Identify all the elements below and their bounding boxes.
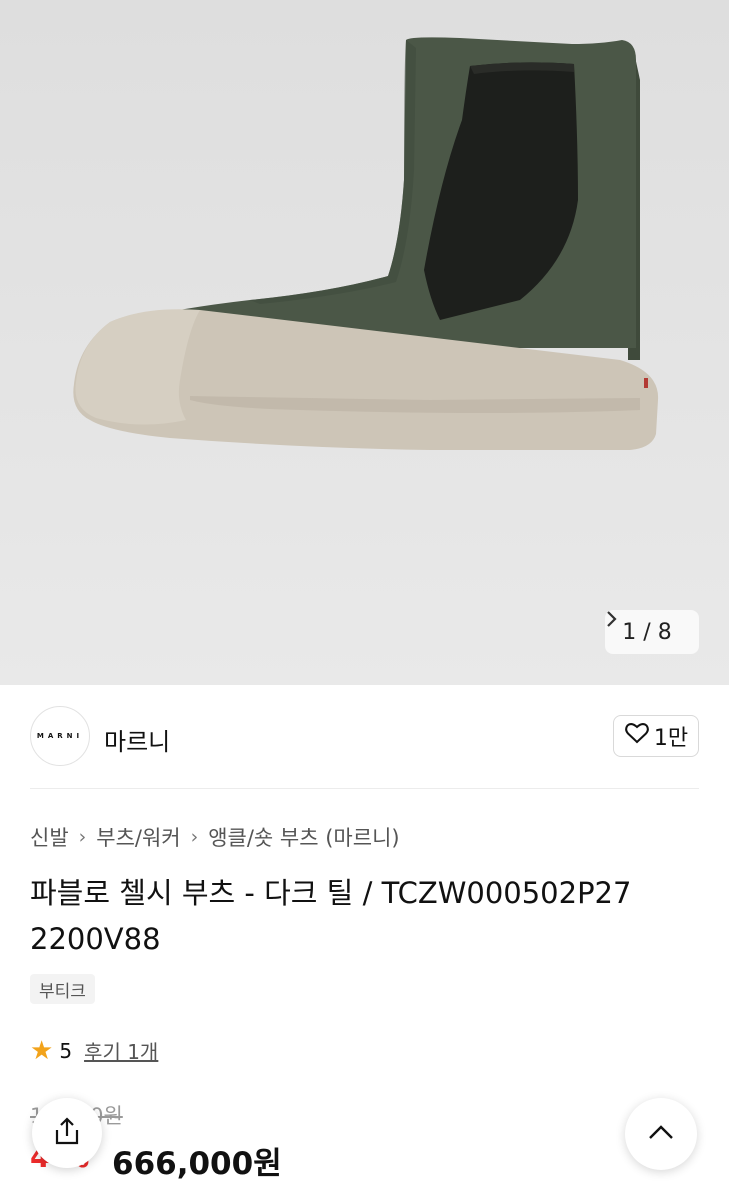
sale-price: 666,000원 xyxy=(112,1146,282,1182)
image-index: 1 xyxy=(622,619,637,645)
reviews-link[interactable]: 후기 1개 xyxy=(84,1036,158,1065)
chevron-right-icon: › xyxy=(78,826,87,848)
brand-name[interactable]: 마르니 xyxy=(104,722,170,757)
heart-icon xyxy=(624,721,650,751)
image-total: 8 xyxy=(657,619,672,645)
share-button[interactable] xyxy=(32,1098,102,1168)
divider xyxy=(30,788,699,789)
scroll-top-button[interactable] xyxy=(625,1098,697,1170)
chevron-right-icon: › xyxy=(190,826,199,848)
brand-logo-text: MARNI xyxy=(36,732,84,740)
like-count: 1만 xyxy=(653,726,689,751)
boutique-tag: 부티크 xyxy=(30,974,95,1004)
brand-logo[interactable]: MARNI xyxy=(30,706,90,766)
product-title: 파블로 첼시 부츠 - 다크 틸 / TCZW000502P27 2200V88 xyxy=(30,876,632,956)
share-icon xyxy=(53,1116,81,1150)
rating-score: 5 xyxy=(59,1038,73,1063)
brand-row: MARNI 마르니 1만 xyxy=(0,706,729,768)
breadcrumb-item[interactable]: 앵클/숏 부츠 (마르니) xyxy=(208,822,399,852)
rating: ★ 5 후기 1개 xyxy=(30,1036,158,1065)
breadcrumb-item[interactable]: 부츠/워커 xyxy=(96,822,180,852)
chevron-up-icon xyxy=(648,1124,674,1144)
star-icon: ★ xyxy=(30,1035,54,1066)
image-counter-separator: / xyxy=(643,619,651,645)
like-button[interactable]: 1만 xyxy=(613,715,699,757)
image-counter[interactable]: 1 / 8 xyxy=(605,610,699,654)
product-image[interactable] xyxy=(0,0,729,685)
breadcrumb-item[interactable]: 신발 xyxy=(30,822,69,852)
breadcrumb: 신발 › 부츠/워커 › 앵클/숏 부츠 (마르니) xyxy=(30,822,400,852)
product-image-gallery[interactable]: 1 / 8 xyxy=(0,0,729,685)
